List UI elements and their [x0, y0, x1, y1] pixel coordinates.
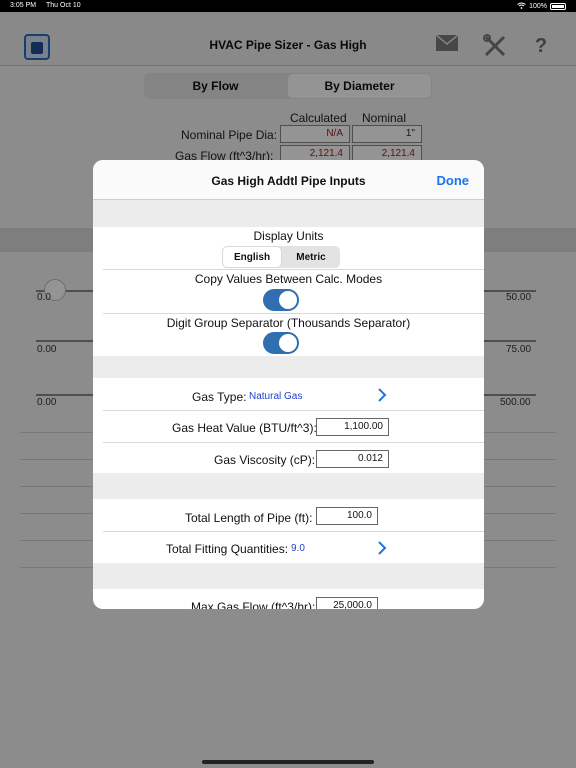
status-date: Thu Oct 10 — [46, 2, 81, 9]
fittings-chevron-icon[interactable] — [377, 541, 389, 555]
row-divider — [103, 313, 484, 314]
status-right: 100% — [517, 2, 566, 11]
modal-header: Gas High Addtl Pipe Inputs Done — [93, 160, 484, 200]
units-metric[interactable]: Metric — [282, 246, 340, 268]
viscosity-label: Gas Viscosity (cP): — [214, 453, 316, 467]
heat-value-field[interactable]: 1,100.00 — [316, 418, 389, 436]
digit-separator-label: Digit Group Separator (Thousands Separat… — [166, 316, 411, 330]
gas-type-value[interactable]: Natural Gas — [249, 391, 302, 402]
row-divider — [103, 410, 484, 411]
section-spacer — [93, 356, 484, 378]
done-button[interactable]: Done — [437, 173, 470, 188]
home-indicator[interactable] — [202, 760, 374, 764]
units-english[interactable]: English — [223, 247, 281, 267]
addtl-inputs-modal: Gas High Addtl Pipe Inputs Done Display … — [93, 160, 484, 609]
max-flow-label: Max Gas Flow (ft^3/hr): — [191, 600, 316, 609]
modal-title: Gas High Addtl Pipe Inputs — [211, 174, 366, 188]
heat-value-label: Gas Heat Value (BTU/ft^3): — [172, 421, 317, 435]
row-divider — [103, 531, 484, 532]
row-divider — [103, 442, 484, 443]
section-spacer — [93, 200, 484, 227]
total-length-field[interactable]: 100.0 — [316, 507, 378, 525]
fittings-label: Total Fitting Quantities: — [166, 542, 289, 556]
app-screen: 3:05 PM Thu Oct 10 100% HVAC Pipe Sizer … — [0, 0, 576, 768]
row-divider — [103, 269, 484, 270]
gas-type-label: Gas Type: — [192, 390, 247, 404]
copy-values-toggle[interactable] — [263, 289, 299, 311]
max-flow-field[interactable]: 25,000.0 — [316, 597, 378, 609]
wifi-icon — [517, 2, 526, 11]
section-spacer — [93, 563, 484, 589]
status-time: 3:05 PM — [10, 2, 37, 9]
digit-separator-toggle[interactable] — [263, 332, 299, 354]
gas-type-chevron-icon[interactable] — [377, 388, 389, 402]
viscosity-field[interactable]: 0.012 — [316, 450, 389, 468]
battery-icon — [550, 3, 566, 10]
status-bar: 3:05 PM Thu Oct 10 100% — [0, 0, 576, 12]
display-units-label: Display Units — [253, 229, 324, 243]
total-length-label: Total Length of Pipe (ft): — [185, 511, 313, 525]
copy-values-label: Copy Values Between Calc. Modes — [194, 272, 383, 286]
units-segmented-control: English Metric — [222, 246, 340, 268]
section-spacer — [93, 473, 484, 499]
fittings-value[interactable]: 9.0 — [291, 543, 305, 554]
battery-percent: 100% — [529, 3, 547, 10]
